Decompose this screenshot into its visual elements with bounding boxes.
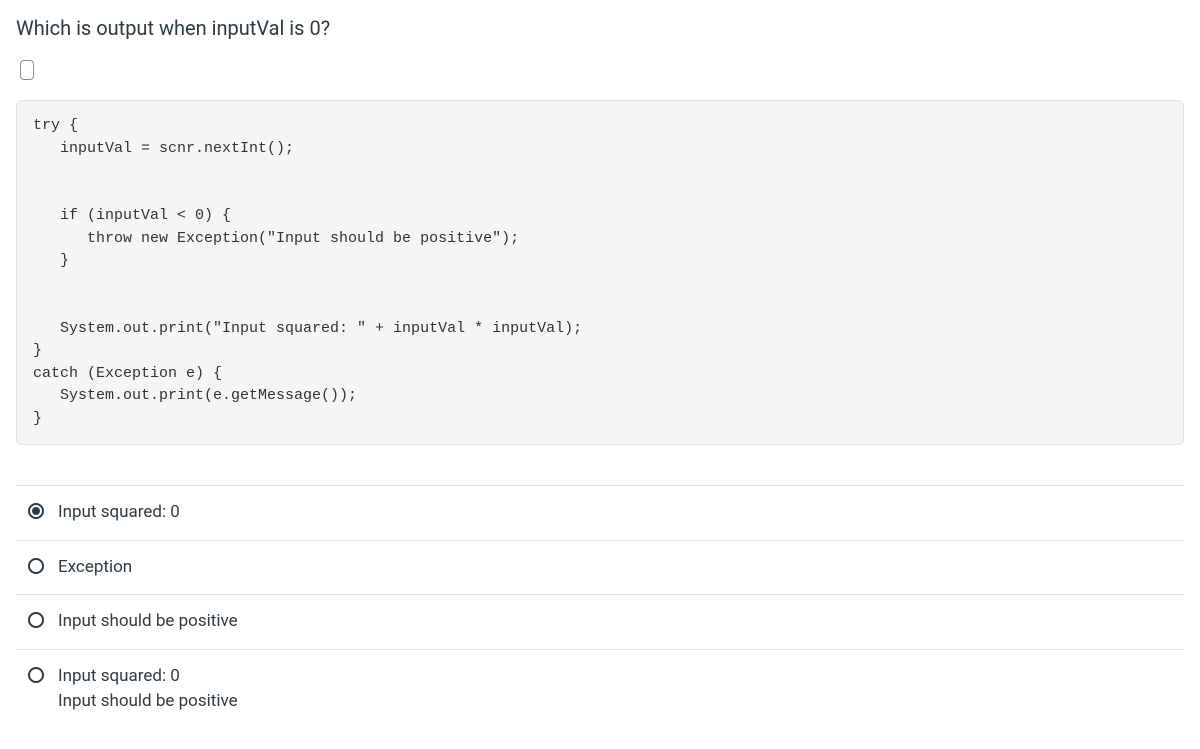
answer-option-1[interactable]: Input squared: 0 xyxy=(16,485,1184,540)
answer-label: Input squared: 0 Input should be positiv… xyxy=(58,664,238,715)
attachment-icon xyxy=(20,60,34,80)
question-prompt: Which is output when inputVal is 0? xyxy=(16,16,1184,40)
answer-label: Exception xyxy=(58,555,132,581)
answer-label: Input squared: 0 xyxy=(58,500,180,526)
code-block: try { inputVal = scnr.nextInt(); if (inp… xyxy=(16,100,1184,445)
radio-icon xyxy=(28,612,44,628)
answer-label: Input should be positive xyxy=(58,609,238,635)
radio-icon xyxy=(28,558,44,574)
answer-option-3[interactable]: Input should be positive xyxy=(16,594,1184,649)
radio-icon xyxy=(28,503,44,519)
answers-list: Input squared: 0 Exception Input should … xyxy=(16,485,1184,733)
answer-option-2[interactable]: Exception xyxy=(16,540,1184,595)
radio-icon xyxy=(28,667,44,683)
answer-option-4[interactable]: Input squared: 0 Input should be positiv… xyxy=(16,649,1184,733)
